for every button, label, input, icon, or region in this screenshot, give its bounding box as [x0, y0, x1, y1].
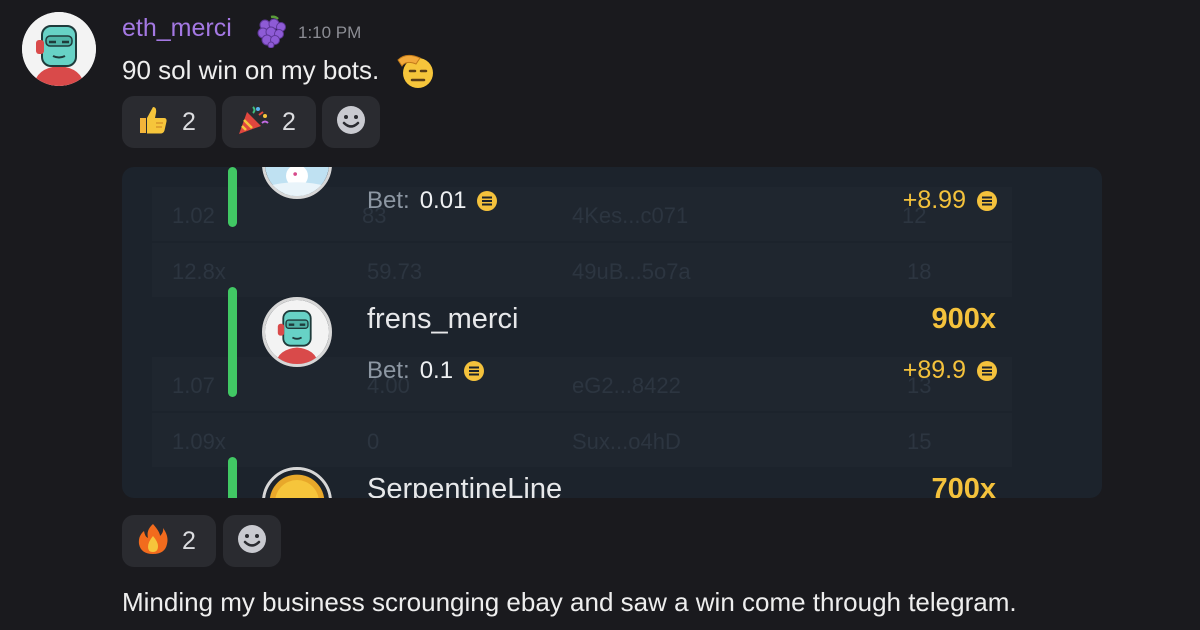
payout-amount: +89.9 — [902, 356, 966, 384]
timestamp: 1:10 PM — [298, 23, 362, 42]
fire-icon — [136, 522, 170, 560]
background-cell: 1.09x — [172, 429, 226, 454]
smiley-icon — [335, 104, 367, 140]
reaction-fire[interactable]: 2 — [122, 515, 216, 567]
party-popper-icon — [236, 103, 270, 141]
background-cell: 4Kes...c071 — [572, 203, 689, 228]
bet-line: Bet: 0.01 — [367, 187, 498, 215]
add-reaction-button[interactable] — [322, 96, 380, 148]
bet-label: Bet: — [367, 357, 410, 384]
background-cell: 1.07 — [172, 373, 215, 398]
player-name: SerpentineLine — [367, 473, 563, 498]
reaction-party-popper[interactable]: 2 — [222, 96, 316, 148]
add-reaction-button[interactable] — [223, 515, 281, 567]
user-avatar[interactable] — [22, 12, 96, 86]
bet-line: Bet: 0.1 — [367, 357, 485, 385]
payout: +8.99 — [903, 186, 998, 215]
background-cell: 0 — [367, 429, 380, 454]
saluting-face-icon — [396, 50, 436, 90]
multiplier: 700x — [931, 473, 996, 498]
background-cell: 15 — [907, 429, 932, 454]
background-cell: Sux...o4hD — [572, 429, 681, 454]
coin-icon — [463, 360, 485, 382]
payout-amount: +8.99 — [902, 186, 966, 214]
username[interactable]: eth_merci — [122, 14, 232, 43]
background-cell: 1.02 — [172, 203, 215, 228]
embedded-screenshot[interactable]: 1.02 83 4Kes...c071 12 12.8x 59.73 49uB.… — [122, 167, 1102, 498]
background-cell: 59.73 — [367, 259, 423, 284]
player-name: frens_merci — [367, 303, 519, 335]
coin-icon — [476, 190, 498, 212]
coin-icon — [976, 360, 998, 382]
smiley-icon — [236, 523, 268, 559]
discord-message: eth_merci 1:10 PM 90 sol win on my bots. — [0, 0, 1200, 630]
reaction-count: 2 — [182, 526, 196, 555]
win-indicator-bar — [228, 167, 237, 227]
player-avatar — [262, 297, 332, 367]
win-indicator-bar — [228, 287, 237, 397]
coin-icon — [976, 190, 998, 212]
bet-amount: 0.01 — [419, 187, 467, 214]
grapes-icon — [254, 14, 288, 49]
multiplier: 900x — [931, 303, 996, 335]
background-cell: eG2...8422 — [572, 373, 681, 398]
background-cell: 18 — [907, 259, 932, 284]
reaction-count: 2 — [182, 107, 196, 136]
player-avatar — [262, 467, 332, 498]
followup-message-text: Minding my business scrounging ebay and … — [122, 587, 1017, 617]
reaction-thumbs-up[interactable]: 2 — [122, 96, 216, 148]
background-cell: 12.8x — [172, 259, 226, 284]
message-text: 90 sol win on my bots. — [122, 55, 380, 85]
thumbs-up-icon — [136, 103, 170, 141]
payout: +89.9 — [903, 356, 998, 385]
background-cell: 49uB...5o7a — [572, 259, 691, 284]
bet-label: Bet: — [367, 187, 410, 214]
bet-amount: 0.1 — [419, 357, 454, 384]
win-indicator-bar — [228, 457, 237, 498]
reaction-count: 2 — [282, 107, 296, 136]
